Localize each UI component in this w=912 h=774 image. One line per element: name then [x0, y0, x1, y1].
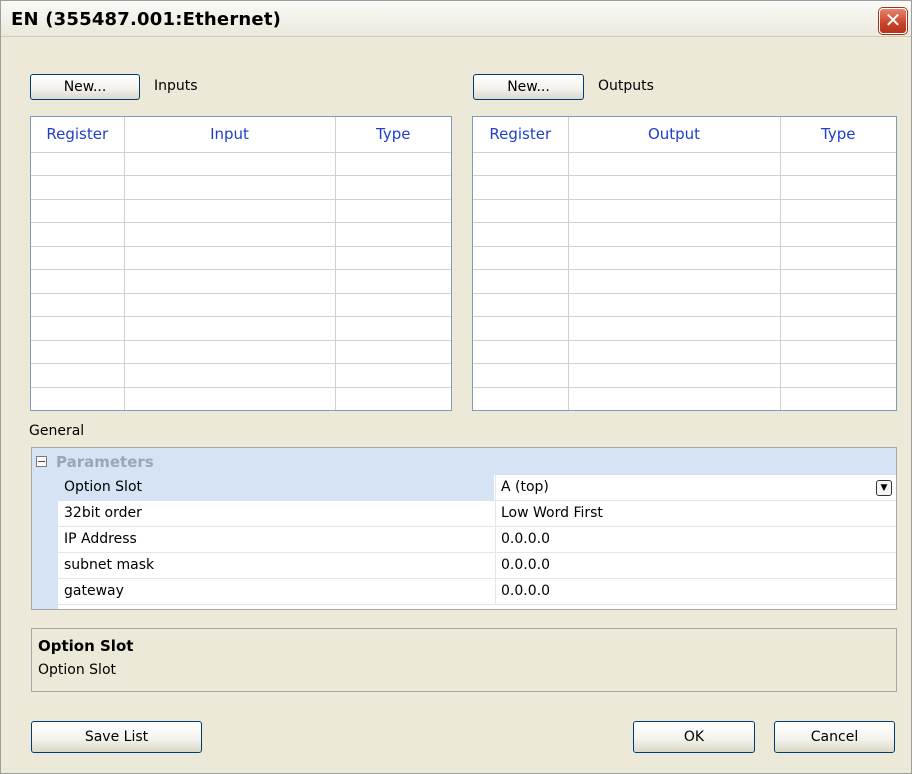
table-row[interactable]	[473, 222, 896, 247]
property-row-option-slot[interactable]: Option Slot A (top) ▼	[58, 475, 896, 501]
property-name: subnet mask	[64, 557, 155, 573]
new-input-button[interactable]: New...	[30, 74, 140, 100]
inputs-label: Inputs	[154, 78, 198, 94]
property-row-ip-address[interactable]: IP Address 0.0.0.0	[58, 527, 896, 553]
property-name: gateway	[64, 583, 124, 599]
dropdown-arrow-icon[interactable]: ▼	[876, 480, 892, 496]
outputs-header-row: Register Output Type	[473, 117, 896, 153]
property-value: 0.0.0.0	[501, 531, 550, 547]
close-icon: ✕	[884, 8, 902, 32]
general-label: General	[29, 423, 85, 439]
property-value-field[interactable]: 0.0.0.0	[495, 579, 896, 605]
property-row-gateway[interactable]: gateway 0.0.0.0	[58, 579, 896, 605]
table-row[interactable]	[473, 152, 896, 176]
table-row[interactable]	[473, 246, 896, 270]
outputs-col-type[interactable]: Type	[780, 117, 896, 153]
outputs-table[interactable]: Register Output Type	[472, 116, 897, 411]
table-row[interactable]	[473, 363, 896, 388]
property-grid: − Parameters Option Slot A (top) ▼ 32bit…	[31, 447, 897, 610]
category-label: Parameters	[56, 453, 154, 471]
inputs-col-input[interactable]: Input	[124, 117, 336, 153]
dialog-window: EN (355487.001:Ethernet) ✕ New... Inputs…	[0, 0, 912, 774]
collapse-minus-icon[interactable]: −	[36, 456, 47, 467]
inputs-header-row: Register Input Type	[31, 117, 451, 153]
property-value-select[interactable]: A (top) ▼	[495, 475, 896, 501]
inputs-table-body	[31, 152, 451, 410]
property-value: 0.0.0.0	[501, 583, 550, 599]
table-row[interactable]	[31, 340, 451, 364]
table-row[interactable]	[31, 269, 451, 294]
table-row[interactable]	[473, 175, 896, 200]
cancel-button[interactable]: Cancel	[774, 721, 895, 753]
property-value-field[interactable]: 0.0.0.0	[495, 553, 896, 579]
table-row[interactable]	[31, 293, 451, 317]
property-row-subnet-mask[interactable]: subnet mask 0.0.0.0	[58, 553, 896, 579]
window-title: EN (355487.001:Ethernet)	[11, 9, 282, 30]
table-row[interactable]	[31, 387, 451, 410]
property-gutter	[32, 475, 58, 609]
table-row[interactable]	[31, 316, 451, 341]
table-row[interactable]	[31, 175, 451, 200]
property-value: Low Word First	[501, 505, 603, 521]
table-row[interactable]	[473, 293, 896, 317]
inputs-table[interactable]: Register Input Type	[30, 116, 452, 411]
close-button[interactable]: ✕	[879, 8, 907, 34]
outputs-label: Outputs	[598, 78, 654, 94]
table-row[interactable]	[473, 199, 896, 223]
table-row[interactable]	[31, 246, 451, 270]
table-row[interactable]	[31, 222, 451, 247]
table-row[interactable]	[473, 387, 896, 410]
description-panel: Option Slot Option Slot	[31, 628, 897, 692]
property-name: 32bit order	[64, 505, 142, 521]
property-row-32bit-order[interactable]: 32bit order Low Word First	[58, 501, 896, 527]
table-row[interactable]	[31, 152, 451, 176]
outputs-table-body	[473, 152, 896, 410]
table-row[interactable]	[473, 316, 896, 341]
property-name: IP Address	[64, 531, 137, 547]
table-row[interactable]	[31, 363, 451, 388]
ok-button[interactable]: OK	[633, 721, 755, 753]
property-value-field[interactable]: 0.0.0.0	[495, 527, 896, 553]
table-row[interactable]	[473, 340, 896, 364]
description-text: Option Slot	[38, 662, 117, 678]
new-output-button[interactable]: New...	[473, 74, 584, 100]
property-value: A (top)	[501, 479, 549, 495]
inputs-col-type[interactable]: Type	[335, 117, 451, 153]
outputs-col-register[interactable]: Register	[473, 117, 569, 153]
outputs-col-output[interactable]: Output	[568, 117, 781, 153]
table-row[interactable]	[31, 199, 451, 223]
property-value: 0.0.0.0	[501, 557, 550, 573]
title-bar[interactable]: EN (355487.001:Ethernet) ✕	[1, 1, 911, 37]
table-row[interactable]	[473, 269, 896, 294]
inputs-col-register[interactable]: Register	[31, 117, 125, 153]
save-list-button[interactable]: Save List	[31, 721, 202, 753]
property-name: Option Slot	[64, 479, 143, 495]
parameters-category[interactable]: − Parameters	[32, 448, 896, 475]
property-value-field[interactable]: Low Word First	[495, 501, 896, 527]
description-title: Option Slot	[38, 637, 134, 655]
